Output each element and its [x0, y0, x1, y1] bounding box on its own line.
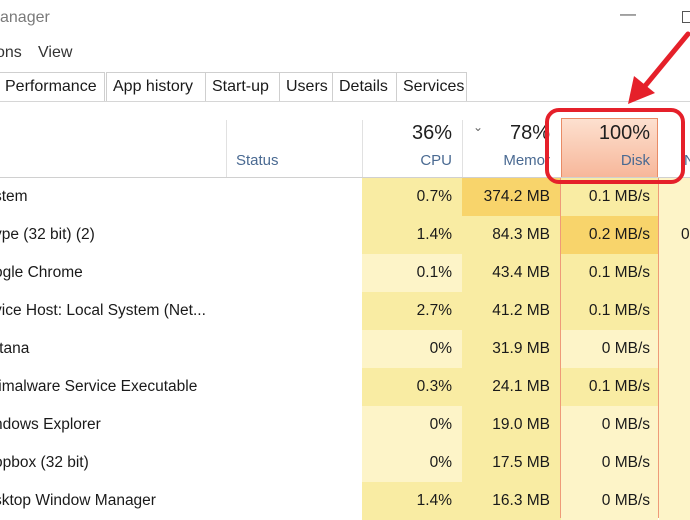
annotation-arrow-icon — [628, 31, 690, 104]
